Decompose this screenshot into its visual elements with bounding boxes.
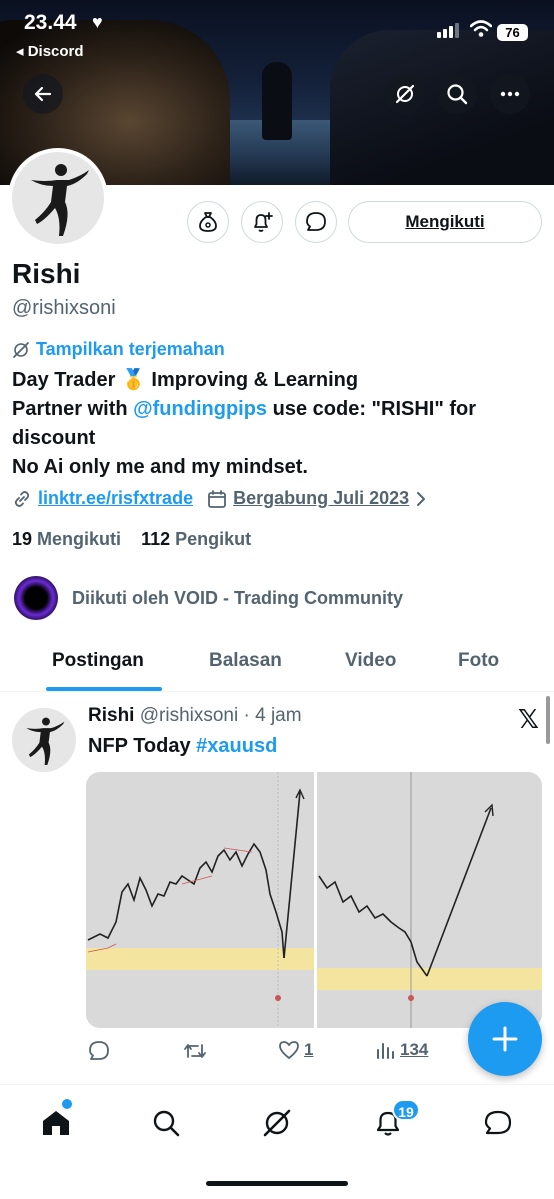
profile-website-link[interactable]: linktr.ee/risfxtrade — [38, 488, 193, 509]
tweet-header: Rishi @rishixsoni · 4 jam — [88, 705, 302, 727]
plus-icon — [492, 1026, 518, 1052]
messages-icon — [484, 1110, 512, 1135]
chart-image-right[interactable] — [317, 772, 542, 1028]
nav-search[interactable] — [146, 1103, 186, 1143]
retweet-action[interactable] — [183, 1040, 207, 1062]
tab-photos[interactable]: Foto — [458, 650, 499, 672]
view-count: 134 — [400, 1040, 429, 1059]
bio-mention-link[interactable]: @fundingpips — [133, 398, 267, 420]
signal-icon — [437, 23, 459, 38]
tab-video[interactable]: Video — [345, 650, 396, 672]
battery-indicator: 76 — [497, 24, 528, 41]
more-dots-icon — [500, 91, 520, 97]
tip-button[interactable] — [187, 201, 229, 243]
tweet-text: NFP Today #xauusd — [88, 735, 277, 758]
followers-label: Pengikut — [175, 529, 252, 549]
bar-chart-icon — [377, 1043, 394, 1059]
bell-plus-icon — [254, 212, 273, 232]
nav-messages[interactable] — [478, 1103, 518, 1143]
chart-image-left[interactable] — [86, 772, 314, 1028]
tweet-body: NFP Today — [88, 735, 197, 757]
bio-text: use code: "RISHI" for — [267, 398, 477, 420]
tweet-author-name[interactable]: Rishi — [88, 705, 134, 726]
grok-icon — [263, 1109, 291, 1137]
grok-icon — [395, 84, 415, 104]
bio-line-3: discount — [12, 427, 96, 449]
scrollbar[interactable] — [546, 696, 550, 744]
notifications-badge: 19 — [392, 1099, 420, 1121]
followed-by-text: Diikuti oleh VOID - Trading Community — [72, 587, 404, 608]
joined-date[interactable]: Bergabung Juli 2023 — [233, 488, 409, 509]
following-stat[interactable]: 19 Mengikuti — [12, 529, 121, 549]
search-icon — [447, 84, 468, 105]
search-button[interactable] — [437, 74, 477, 114]
search-icon — [153, 1110, 180, 1137]
dancer-figure — [31, 164, 89, 236]
translate-label: Tampilkan terjemahan — [36, 339, 225, 359]
like-action[interactable]: 1 — [278, 1040, 313, 1060]
tweet-media[interactable] — [86, 772, 542, 1028]
reply-action[interactable] — [88, 1040, 110, 1062]
avatar — [12, 152, 104, 244]
tweet-avatar[interactable] — [12, 708, 76, 772]
bio-text: Partner with — [12, 398, 134, 420]
compose-button[interactable] — [468, 1002, 542, 1076]
following-button[interactable]: Mengikuti — [348, 201, 542, 243]
profile-bio: Day Trader 🥇 Improving & Learning Partne… — [12, 366, 542, 482]
x-logo-icon: 𝕏 — [518, 704, 539, 734]
profile-name: Rishi — [12, 258, 81, 289]
nav-home[interactable] — [36, 1103, 76, 1143]
status-time: 23.44 — [24, 11, 77, 34]
followers-count: 112 — [141, 529, 171, 549]
profile-tabs: Postingan Balasan Video Foto — [0, 640, 554, 692]
chevron-right-icon[interactable] — [415, 491, 427, 507]
status-bar: 23.44 ♥ ◂ Discord 76 — [0, 0, 554, 60]
bio-line-4: No Ai only me and my mindset. — [12, 456, 308, 478]
active-tab-indicator — [46, 687, 162, 691]
follow-stats: 19 Mengikuti 112 Pengikut — [12, 529, 251, 550]
dancer-figure — [26, 717, 65, 765]
notify-button[interactable] — [241, 201, 283, 243]
home-indicator — [206, 1181, 348, 1186]
following-label: Mengikuti — [37, 529, 122, 549]
chat-bubble-icon — [306, 212, 326, 231]
message-button[interactable] — [295, 201, 337, 243]
bio-line-2: Partner with @fundingpips use code: "RIS… — [12, 395, 542, 424]
grok-icon — [13, 341, 29, 358]
heart-icon — [279, 1041, 299, 1059]
wifi-icon — [469, 20, 493, 43]
heart-icon: ♥ — [92, 12, 103, 32]
reply-icon — [89, 1041, 109, 1060]
followed-by[interactable]: Diikuti oleh VOID - Trading Community — [14, 576, 403, 620]
back-to-discord-link[interactable]: ◂ Discord — [16, 42, 84, 60]
link-icon — [14, 490, 30, 507]
money-bag-icon — [199, 212, 217, 232]
tweet-author-handle[interactable]: @rishixsoni — [140, 705, 238, 726]
following-count: 19 — [12, 529, 33, 549]
home-icon — [43, 1111, 69, 1135]
bio-line-1: Day Trader 🥇 Improving & Learning — [12, 369, 359, 391]
banner-person — [262, 62, 292, 140]
hashtag-link[interactable]: #xauusd — [196, 735, 277, 757]
tab-posts[interactable]: Postingan — [52, 650, 144, 672]
more-button[interactable] — [490, 74, 530, 114]
profile-avatar[interactable] — [8, 148, 108, 248]
like-count: 1 — [304, 1040, 314, 1059]
followers-stat[interactable]: 112 Pengikut — [141, 529, 251, 549]
views-action[interactable]: 134 — [376, 1040, 428, 1060]
tweet-time: · 4 jam — [243, 705, 302, 726]
home-unread-dot — [62, 1099, 72, 1109]
arrow-left-icon — [34, 86, 52, 102]
back-button[interactable] — [23, 74, 63, 114]
tab-replies[interactable]: Balasan — [209, 650, 282, 672]
retweet-icon — [184, 1044, 206, 1058]
void-avatar — [14, 576, 58, 620]
profile-handle: @rishixsoni — [12, 297, 116, 319]
translate-link[interactable]: Tampilkan terjemahan — [12, 339, 225, 360]
grok-button[interactable] — [385, 74, 425, 114]
calendar-icon — [208, 489, 226, 508]
profile-meta: linktr.ee/risfxtrade Bergabung Juli 2023 — [12, 488, 427, 509]
nav-grok[interactable] — [257, 1103, 297, 1143]
